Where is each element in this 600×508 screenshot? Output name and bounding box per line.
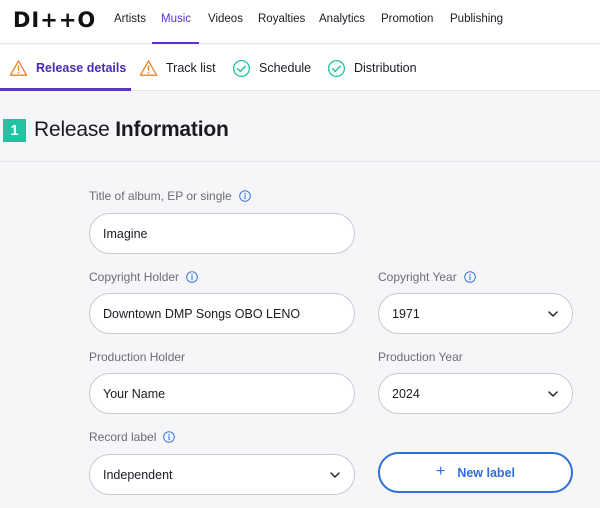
nav-item-royalties[interactable]: Royalties <box>258 13 305 25</box>
production-year-value: 2024 <box>392 386 420 401</box>
info-icon[interactable] <box>186 271 198 283</box>
title-label-text: Title of album, EP or single <box>89 189 232 203</box>
production-holder-label-text: Production Holder <box>89 350 186 364</box>
production-year-label-text: Production Year <box>378 350 463 364</box>
step-label: Release details <box>36 61 127 75</box>
title-input[interactable]: Imagine <box>89 213 355 254</box>
copyright-year-label-text: Copyright Year <box>378 270 457 284</box>
info-icon[interactable] <box>463 271 476 283</box>
record-label-select[interactable]: Independent <box>89 454 355 495</box>
production-year-label: Production Year <box>378 350 463 364</box>
info-icon[interactable] <box>163 431 176 443</box>
info-icon[interactable] <box>238 190 251 202</box>
copyright-year-select[interactable]: 1971 <box>378 293 573 334</box>
copyright-holder-input[interactable]: Downtown DMP Songs OBO LENO <box>89 293 355 334</box>
step-release-details[interactable]: Release details <box>9 45 126 91</box>
page-title: Release Information <box>34 118 229 142</box>
release-stepper: Release details Track list Schedule Dist… <box>0 45 600 91</box>
step-schedule[interactable]: Schedule <box>232 45 311 91</box>
top-nav: DI++O Artists Music Videos Royalties Ana… <box>0 0 600 44</box>
step-label: Track list <box>166 61 216 75</box>
step-label: Distribution <box>354 61 417 75</box>
record-label-value: Independent <box>103 467 173 482</box>
copyright-holder-label: Copyright Holder <box>89 270 198 284</box>
step-label: Schedule <box>259 61 312 75</box>
title-label: Title of album, EP or single <box>89 189 251 203</box>
step-track-list[interactable]: Track list <box>139 45 216 91</box>
section-header: 1 Release Information <box>0 92 600 162</box>
title-value: Imagine <box>103 226 148 241</box>
nav-item-analytics[interactable]: Analytics <box>319 13 365 25</box>
nav-item-videos[interactable]: Videos <box>208 13 243 25</box>
plus-icon: + <box>435 462 446 480</box>
nav-item-artists[interactable]: Artists <box>114 13 146 25</box>
chevron-down-icon <box>548 391 558 397</box>
title-light: Release <box>34 118 116 141</box>
copyright-holder-label-text: Copyright Holder <box>89 270 180 284</box>
production-year-select[interactable]: 2024 <box>378 373 573 414</box>
record-label-label: Record label <box>89 430 176 444</box>
nav-item-music[interactable]: Music <box>161 13 191 25</box>
chevron-down-icon <box>548 311 558 317</box>
title-bold: Information <box>115 118 229 141</box>
step-distribution[interactable]: Distribution <box>327 45 417 91</box>
new-label-button-text: New label <box>457 465 515 480</box>
nav-active-indicator <box>152 42 199 44</box>
check-circle-icon <box>327 59 346 77</box>
warning-icon <box>9 59 28 76</box>
nav-item-publishing[interactable]: Publishing <box>450 13 503 25</box>
production-holder-label: Production Holder <box>89 350 185 364</box>
new-label-button[interactable]: + New label <box>378 452 573 493</box>
ditto-logo[interactable]: DI++O <box>13 8 96 32</box>
check-circle-icon <box>232 59 251 77</box>
production-holder-value: Your Name <box>103 386 166 401</box>
record-label-label-text: Record label <box>89 430 157 444</box>
nav-item-promotion[interactable]: Promotion <box>381 13 433 25</box>
warning-icon <box>139 59 158 76</box>
production-holder-input[interactable]: Your Name <box>89 373 355 414</box>
section-number-badge: 1 <box>3 119 26 142</box>
copyright-holder-value: Downtown DMP Songs OBO LENO <box>103 306 301 321</box>
step-active-indicator <box>0 88 131 91</box>
copyright-year-label: Copyright Year <box>378 270 476 284</box>
chevron-down-icon <box>330 472 340 478</box>
copyright-year-value: 1971 <box>392 306 420 321</box>
